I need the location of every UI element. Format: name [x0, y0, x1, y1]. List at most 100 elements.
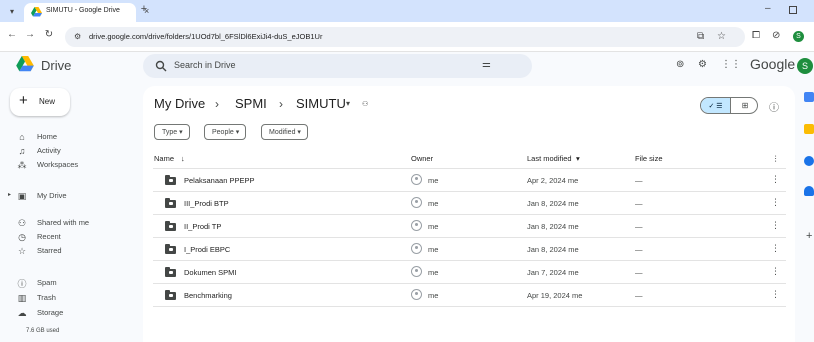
account-avatar[interactable]: S [797, 58, 813, 74]
media-icon[interactable]: ⊘ [772, 30, 780, 41]
filter-chip-people[interactable]: People ▾ [204, 124, 247, 140]
sidebar-item-starred[interactable]: ☆ Starred [8, 244, 138, 258]
shared-folder-icon: ⚇ [362, 101, 369, 108]
sidebar-item-label: My Drive [37, 191, 67, 200]
drive-logo-icon[interactable] [16, 56, 34, 72]
grid-view-icon[interactable]: ⊞ [730, 98, 757, 113]
search-bar[interactable]: Search in Drive ⚌ [143, 54, 532, 78]
new-button[interactable]: + New [10, 88, 70, 116]
filter-chip-modified[interactable]: Modified ▾ [261, 124, 308, 140]
site-settings-icon[interactable]: ⚙ [74, 32, 81, 41]
file-size: — [635, 245, 643, 254]
browser-tabstrip: ▾ SIMUTU - Google Drive × + – [0, 0, 814, 22]
file-name[interactable]: Pelaksanaan PPEPP [184, 176, 254, 185]
file-name[interactable]: II_Prodi TP [184, 222, 221, 231]
filter-chip-type[interactable]: Type ▾ [154, 124, 190, 140]
search-icon[interactable] [155, 60, 167, 72]
reload-icon[interactable]: ↻ [43, 29, 55, 40]
column-header-file-size[interactable]: File size [635, 154, 663, 163]
browser-profile-avatar[interactable]: S [793, 31, 804, 42]
add-addon-icon[interactable]: + [806, 230, 812, 242]
file-modified: Jan 8, 2024 me [527, 222, 579, 231]
app-name[interactable]: Drive [41, 58, 71, 73]
bell-icon: ♫ [18, 146, 26, 156]
plus-icon: + [19, 92, 28, 109]
search-input[interactable]: Search in Drive [174, 60, 236, 70]
expand-caret-icon[interactable]: ▸ [8, 191, 11, 198]
sidebar-item-my-drive[interactable]: ▸ ▣ My Drive [8, 189, 138, 203]
install-app-icon[interactable]: ⧉ [697, 31, 704, 42]
more-actions-icon[interactable]: ⋮ [771, 174, 780, 185]
back-arrow-icon[interactable]: ← [6, 29, 18, 40]
settings-gear-icon[interactable]: ⚙ [698, 59, 707, 70]
sidebar-item-activity[interactable]: ♫ Activity [8, 144, 138, 158]
sidebar-item-trash[interactable]: ▥ Trash [8, 291, 138, 305]
table-row[interactable]: II_Prodi TP me Jan 8, 2024 me — ⋮ [153, 215, 786, 238]
trash-icon: ▥ [17, 292, 27, 303]
table-row[interactable]: I_Prodi EBPC me Jan 8, 2024 me — ⋮ [153, 238, 786, 261]
more-actions-icon[interactable]: ⋮ [771, 243, 780, 254]
keep-icon[interactable] [804, 124, 814, 134]
filter-chip-label: Modified [269, 129, 296, 136]
column-header-name[interactable]: Name [154, 154, 174, 163]
sidebar-item-home[interactable]: ⌂ Home [8, 130, 138, 144]
sidebar-item-recent[interactable]: ◷ Recent [8, 230, 138, 244]
browser-tab[interactable]: SIMUTU - Google Drive × [24, 3, 149, 22]
tasks-icon[interactable] [804, 156, 814, 166]
storage-used-text: 7.6 GB used [26, 328, 60, 334]
home-icon: ⌂ [19, 132, 25, 142]
file-name[interactable]: Benchmarking [184, 291, 232, 300]
list-view-icon[interactable]: ✓ ☰ [701, 98, 730, 113]
details-info-icon[interactable]: ⓘ [769, 99, 779, 114]
file-name[interactable]: I_Prodi EBPC [184, 245, 230, 254]
file-name[interactable]: Dokumen SPMI [184, 268, 237, 277]
search-options-icon[interactable]: ⚌ [482, 59, 491, 70]
breadcrumb-spmi[interactable]: SPMI [235, 96, 267, 111]
table-row[interactable]: Benchmarking me Apr 19, 2024 me — ⋮ [153, 284, 786, 307]
breadcrumb-current-folder[interactable]: SIMUTU [296, 96, 346, 111]
sort-arrow-icon[interactable]: ↓ [181, 154, 185, 163]
folder-menu-caret-icon[interactable]: ▾ [346, 99, 350, 108]
calendar-icon[interactable] [804, 92, 814, 102]
table-row[interactable]: Dokumen SPMI me Jan 7, 2024 me — ⋮ [153, 261, 786, 284]
more-actions-icon[interactable]: ⋮ [771, 289, 780, 300]
sidebar-item-spam[interactable]: ⓘ Spam [8, 276, 138, 290]
column-header-last-modified[interactable]: Last modified [527, 154, 572, 163]
bookmark-star-icon[interactable]: ☆ [717, 31, 726, 42]
table-row[interactable]: III_Prodi BTP me Jan 8, 2024 me — ⋮ [153, 192, 786, 215]
address-url: drive.google.com/drive/folders/1UOd7bl_6… [89, 32, 323, 41]
table-row[interactable]: Pelaksanaan PPEPP me Apr 2, 2024 me — ⋮ [153, 169, 786, 192]
breadcrumb-my-drive[interactable]: My Drive [154, 96, 205, 111]
google-brand[interactable]: Google [750, 56, 795, 72]
sidebar-item-label: Spam [37, 278, 57, 287]
more-actions-icon[interactable]: ⋮ [771, 220, 780, 231]
column-header-owner[interactable]: Owner [411, 154, 433, 163]
file-owner: me [428, 222, 439, 231]
column-more-icon[interactable]: ⋮ [772, 154, 780, 163]
sidebar-item-shared-with-me[interactable]: ⚇ Shared with me [8, 216, 138, 230]
view-toggle[interactable]: ✓ ☰ ⊞ [700, 97, 758, 114]
window-minimize-button[interactable]: – [765, 3, 771, 14]
new-tab-button[interactable]: + [137, 3, 151, 15]
sidebar-item-storage[interactable]: ☁ Storage [8, 306, 138, 320]
sidebar-item-workspaces[interactable]: ⁂ Workspaces [8, 158, 138, 172]
sort-dropdown-icon[interactable]: ▾ [576, 154, 580, 163]
window-maximize-button[interactable] [789, 6, 797, 14]
more-actions-icon[interactable]: ⋮ [771, 266, 780, 277]
tab-search-button[interactable]: ▾ [4, 4, 20, 19]
owner-avatar-icon [411, 289, 422, 300]
filter-chip-label: People [212, 129, 234, 136]
shared-folder-icon [165, 198, 176, 208]
contacts-icon[interactable] [804, 186, 814, 196]
forward-arrow-icon[interactable]: → [24, 29, 36, 40]
help-icon[interactable]: ⊚ [676, 59, 684, 70]
address-bar[interactable]: ⚙ drive.google.com/drive/folders/1UOd7bl… [65, 27, 745, 47]
breadcrumb-separator-icon: › [215, 97, 219, 111]
apps-grid-icon[interactable]: ⋮⋮ [721, 59, 741, 70]
file-owner: me [428, 176, 439, 185]
more-actions-icon[interactable]: ⋮ [771, 197, 780, 208]
extensions-icon[interactable]: ⧠ [752, 30, 760, 41]
file-name[interactable]: III_Prodi BTP [184, 199, 229, 208]
owner-avatar-icon [411, 243, 422, 254]
sidebar-item-label: Trash [37, 293, 56, 302]
